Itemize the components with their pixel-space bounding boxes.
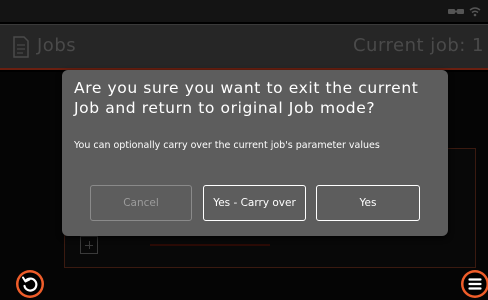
add-job-label-placeholder [150,244,270,246]
menu-button[interactable] [461,270,488,298]
job-exit-screen: Jobs Current job: 1 Are you sure you wan… [0,0,488,300]
status-bar [0,0,488,22]
current-job-label: Current job: 1 [352,35,484,56]
add-job-icon [80,236,98,254]
exit-job-dialog: Are you sure you want to exit the curren… [62,70,448,236]
wifi-icon [469,7,481,17]
document-icon [13,36,29,58]
header-bar: Jobs Current job: 1 [0,24,488,70]
network-icon [448,9,464,14]
status-icons [448,7,481,17]
page-title: Jobs [37,35,77,56]
menu-icon [461,270,488,298]
back-button[interactable] [16,270,44,298]
dialog-message: You can optionally carry over the curren… [74,140,380,151]
yes-carry-over-button[interactable]: Yes - Carry over [203,185,306,221]
yes-button[interactable]: Yes [316,185,420,221]
cancel-button[interactable]: Cancel [90,185,192,221]
dialog-title: Are you sure you want to exit the curren… [74,79,419,117]
back-icon [16,270,44,298]
